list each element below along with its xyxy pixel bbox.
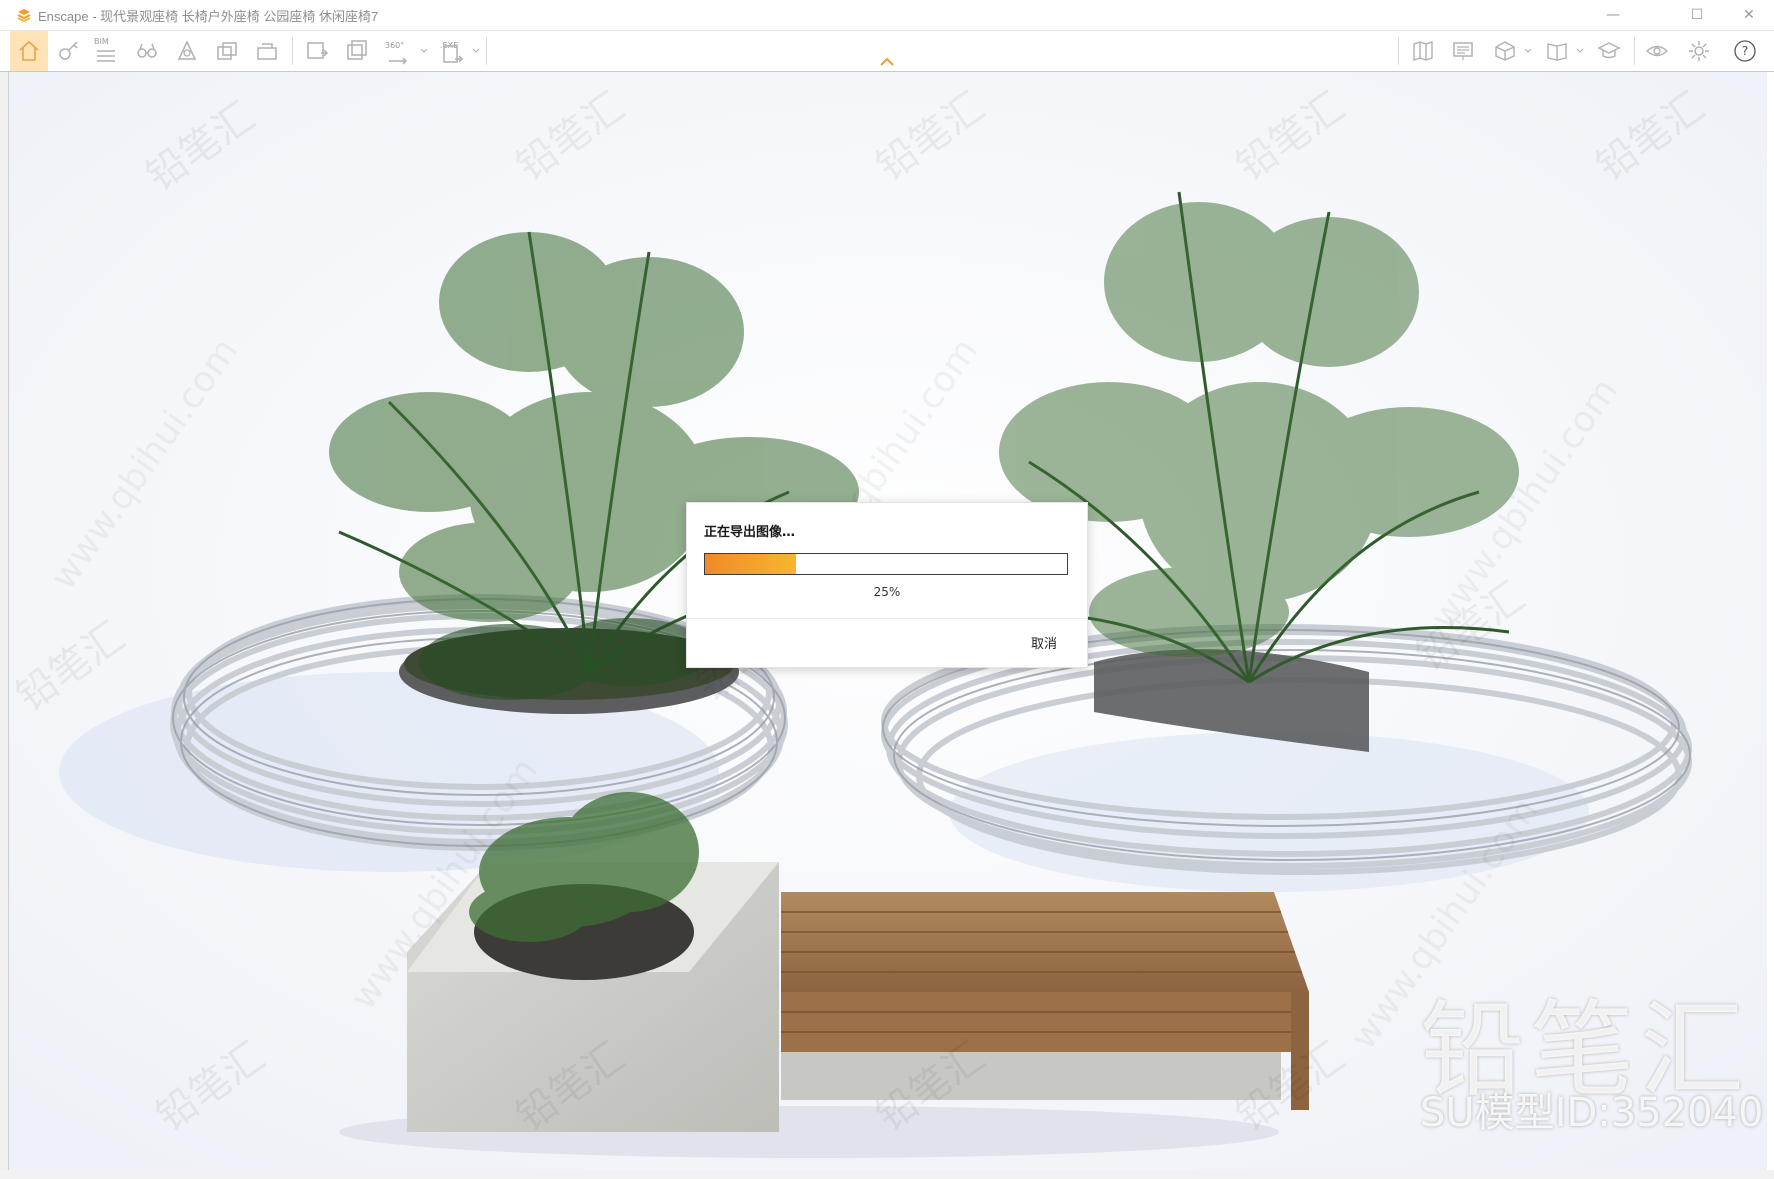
chevron-down-icon[interactable] (420, 47, 428, 55)
help-icon: ? (1734, 40, 1756, 62)
title-bar: Enscape - 现代景观座椅 长椅户外座椅 公园座椅 休闲座椅7 — ☐ ✕ (0, 0, 1774, 31)
tag-button[interactable] (52, 35, 86, 67)
toolbar-separator (486, 37, 487, 65)
help-button[interactable]: ? (1728, 35, 1762, 67)
bim-icon (97, 50, 115, 62)
export-progress-dialog: 正在导出图像… 25% 取消 (686, 502, 1088, 668)
presentation-button[interactable] (1446, 35, 1480, 67)
collapse-toolbar-icon[interactable] (878, 56, 896, 68)
asset-library-icon (177, 40, 197, 60)
maximize-button[interactable]: ☐ (1674, 0, 1720, 30)
home-icon (19, 40, 39, 61)
help-label: ? (1742, 44, 1748, 58)
map-icon (1413, 41, 1433, 61)
visibility-button[interactable] (1640, 35, 1674, 67)
close-button[interactable]: ✕ (1726, 0, 1772, 30)
graduation-cap-icon (1597, 42, 1621, 59)
layers-button[interactable] (250, 35, 284, 67)
exe-export-icon (443, 45, 464, 63)
chevron-down-icon[interactable] (472, 47, 480, 55)
cube-icon (1495, 41, 1515, 61)
tag-icon (59, 41, 78, 60)
minimize-button[interactable]: — (1590, 0, 1636, 30)
presentation-icon (1453, 42, 1473, 60)
progress-bar (704, 553, 1068, 575)
toolbar-separator (292, 37, 293, 65)
dialog-title: 正在导出图像… (704, 525, 796, 540)
book-icon (1547, 43, 1567, 61)
progress-bar-fill (705, 554, 796, 574)
chevron-down-icon[interactable] (1524, 47, 1532, 55)
batch-render-icon (347, 40, 367, 60)
eye-icon (1645, 45, 1669, 57)
settings-icon (1689, 41, 1709, 61)
wooden-bench (781, 892, 1309, 1110)
map-button[interactable] (1406, 35, 1440, 67)
dialog-divider (687, 618, 1087, 619)
chevron-down-icon[interactable] (1576, 47, 1584, 55)
screenshot-button[interactable] (300, 35, 334, 67)
bim-button[interactable]: BIM (90, 35, 124, 67)
left-gutter (0, 72, 8, 1170)
screenshot-icon (307, 42, 329, 59)
cancel-button[interactable]: 取消 (1031, 633, 1057, 652)
binoculars-icon (137, 43, 157, 58)
progress-percentage: 25% (873, 585, 901, 599)
panorama-icon (389, 57, 408, 65)
views-icon (217, 42, 237, 60)
layers-icon (257, 43, 277, 60)
cube-button[interactable] (1488, 35, 1522, 67)
model-id-watermark: SU模型ID:352040 (1420, 1090, 1764, 1136)
window-title: Enscape - 现代景观座椅 长椅户外座椅 公园座椅 休闲座椅7 (38, 9, 379, 24)
asset-library-button[interactable] (170, 35, 204, 67)
enscape-logo-icon (17, 9, 31, 23)
exe-export-button[interactable]: .EXE (436, 35, 470, 67)
learning-button[interactable] (1592, 35, 1626, 67)
views-button[interactable] (210, 35, 244, 67)
book-button[interactable] (1540, 35, 1574, 67)
home-button[interactable] (10, 31, 48, 71)
settings-button[interactable] (1682, 35, 1716, 67)
toolbar-separator (1634, 37, 1635, 65)
batch-render-button[interactable] (340, 35, 374, 67)
binoculars-button[interactable] (130, 35, 164, 67)
status-strip (0, 1170, 1774, 1179)
toolbar-separator (1398, 37, 1399, 65)
panorama-button[interactable]: 360° (382, 35, 416, 67)
